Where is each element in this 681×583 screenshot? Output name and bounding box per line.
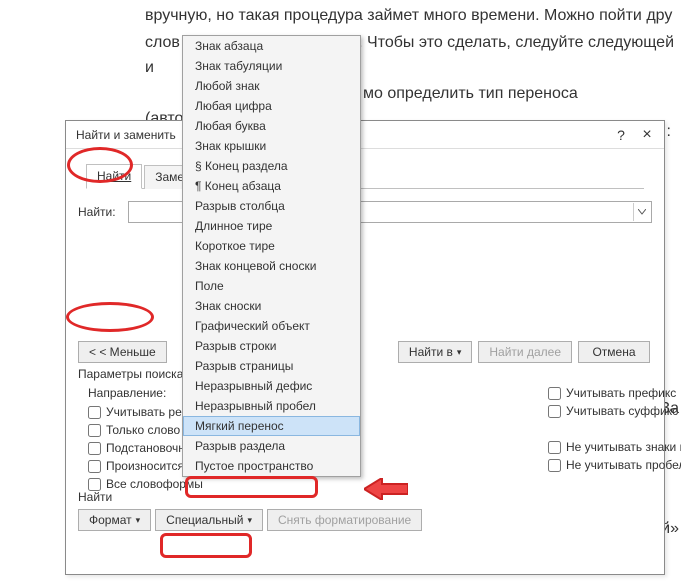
menu-item[interactable]: Мягкий перенос — [183, 416, 360, 436]
suffix-checkbox[interactable]: Учитывать суффикс — [548, 404, 681, 418]
find-row: Найти: — [78, 201, 652, 223]
search-options-label: Параметры поиска — [78, 367, 183, 381]
tab-find[interactable]: Найти — [86, 164, 142, 189]
less-options-button[interactable]: < < Меньше — [78, 341, 167, 363]
menu-item[interactable]: Неразрывный пробел — [183, 396, 360, 416]
menu-item[interactable]: Разрыв строки — [183, 336, 360, 356]
menu-item[interactable]: Поле — [183, 276, 360, 296]
find-label: Найти: — [78, 205, 120, 219]
special-menu: Знак абзацаЗнак табуляцииЛюбой знакЛюбая… — [182, 35, 361, 477]
special-button[interactable]: Специальный▾ — [155, 509, 263, 531]
annotation-arrow-left — [364, 478, 408, 503]
format-button[interactable]: Формат▾ — [78, 509, 151, 531]
menu-item[interactable]: Знак концевой сноски — [183, 256, 360, 276]
menu-item[interactable]: Знак табуляции — [183, 56, 360, 76]
menu-item[interactable]: Длинное тире — [183, 216, 360, 236]
tabs: Найти Заменить Перейти — [86, 163, 644, 189]
chevron-down-icon: ▾ — [457, 347, 462, 358]
menu-item[interactable]: Любой знак — [183, 76, 360, 96]
menu-item[interactable]: ¶ Конец абзаца — [183, 176, 360, 196]
menu-item[interactable]: Разрыв страницы — [183, 356, 360, 376]
menu-item[interactable]: Любая цифра — [183, 96, 360, 116]
chevron-down-icon: ▾ — [247, 515, 252, 526]
bg-line: : — [667, 120, 671, 145]
close-button[interactable]: × — [634, 125, 660, 145]
no-formatting-button[interactable]: Снять форматирование — [267, 509, 422, 531]
find-replace-dialog: Найти и заменить ? × Найти Заменить Пере… — [65, 120, 665, 575]
menu-item[interactable]: § Конец раздела — [183, 156, 360, 176]
menu-item[interactable]: Знак абзаца — [183, 36, 360, 56]
menu-item[interactable]: Знак крышки — [183, 136, 360, 156]
find-next-button[interactable]: Найти далее — [478, 341, 572, 363]
menu-item[interactable]: Любая буква — [183, 116, 360, 136]
ignore-space-checkbox[interactable]: Не учитывать пробелы — [548, 458, 681, 472]
menu-item[interactable]: Пустое пространство — [183, 456, 360, 476]
prefix-checkbox[interactable]: Учитывать префикс — [548, 386, 681, 400]
find-in-button[interactable]: Найти в▾ — [398, 341, 472, 363]
menu-item[interactable]: Разрыв раздела — [183, 436, 360, 456]
chevron-down-icon: ▾ — [136, 515, 141, 526]
titlebar: Найти и заменить ? × — [66, 121, 664, 149]
ignore-punct-checkbox[interactable]: Не учитывать знаки препинания — [548, 440, 681, 454]
bg-line: вручную, но такая процедура займет много… — [145, 4, 675, 29]
menu-item[interactable]: Неразрывный дефис — [183, 376, 360, 396]
help-button[interactable]: ? — [608, 125, 634, 145]
menu-item[interactable]: Короткое тире — [183, 236, 360, 256]
all-forms-checkbox[interactable]: Все словоформы — [88, 477, 388, 491]
menu-item[interactable]: Графический объект — [183, 316, 360, 336]
menu-item[interactable]: Разрыв столбца — [183, 196, 360, 216]
cancel-button[interactable]: Отмена — [578, 341, 650, 363]
menu-item[interactable]: Знак сноски — [183, 296, 360, 316]
chevron-down-icon[interactable] — [633, 203, 649, 221]
